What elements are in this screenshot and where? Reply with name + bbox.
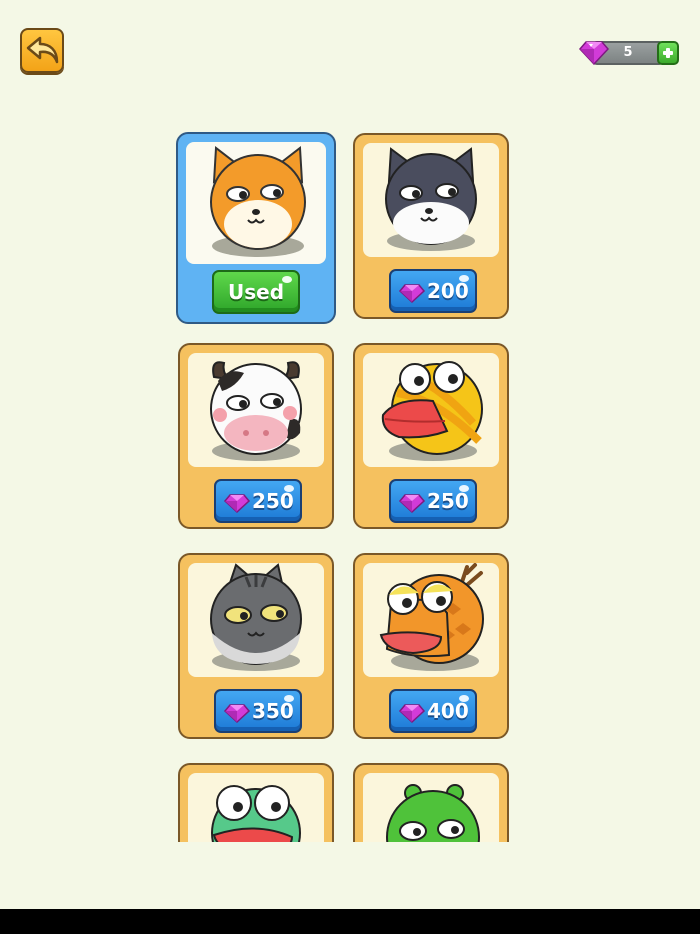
skin-preview (188, 353, 324, 467)
skin-card-shiba[interactable]: Used (176, 132, 336, 324)
gem-icon (224, 704, 250, 723)
price-label: 250 (252, 489, 294, 513)
skin-preview (363, 563, 499, 677)
green-monster-icon (386, 784, 480, 842)
price-label: 200 (427, 279, 469, 303)
skin-card-dragon[interactable]: 400 (353, 553, 509, 739)
buy-button[interactable]: 200 (389, 269, 477, 313)
used-button[interactable]: Used (212, 270, 300, 314)
buy-button[interactable]: 350 (214, 689, 302, 733)
buy-button[interactable]: 250 (389, 479, 477, 523)
skin-preview (363, 773, 499, 842)
skin-grid: Used 200 250 250 350 400 (0, 0, 700, 842)
skin-preview (186, 142, 326, 264)
bottom-bar (0, 909, 700, 934)
husky-icon (385, 147, 477, 251)
skin-card-green-monster[interactable] (353, 763, 509, 842)
duck-icon (381, 361, 483, 461)
gem-icon (399, 284, 425, 303)
gray-cat-icon (210, 563, 302, 671)
price-label: 400 (427, 699, 469, 723)
shiba-dog-icon (210, 146, 306, 257)
skin-card-cow[interactable]: 250 (178, 343, 334, 529)
skin-card-frog[interactable] (178, 763, 334, 842)
skin-preview (188, 563, 324, 677)
buy-button[interactable]: 250 (214, 479, 302, 523)
gem-icon (224, 494, 250, 513)
gem-icon (399, 704, 425, 723)
gem-icon (399, 494, 425, 513)
price-label: 250 (427, 489, 469, 513)
price-label: 350 (252, 699, 294, 723)
skin-preview (363, 143, 499, 257)
skin-card-gray-cat[interactable]: 350 (178, 553, 334, 739)
skin-preview (188, 773, 324, 842)
buy-button[interactable]: 400 (389, 689, 477, 733)
skin-card-duck[interactable]: 250 (353, 343, 509, 529)
used-label: Used (227, 280, 285, 304)
skin-card-husky[interactable]: 200 (353, 133, 509, 319)
frog-icon (211, 785, 301, 842)
skin-preview (363, 353, 499, 467)
cow-icon (210, 361, 302, 461)
dragon-icon (379, 563, 484, 671)
